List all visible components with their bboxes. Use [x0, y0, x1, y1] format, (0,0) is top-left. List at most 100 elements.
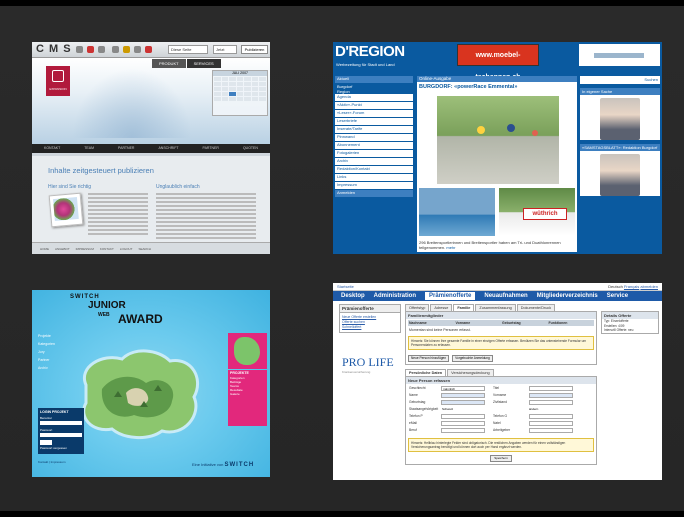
page-select[interactable]: Diese Seite [168, 45, 208, 54]
menu-item[interactable]: Neuaufnahmen [484, 293, 527, 299]
forgot-password-link[interactable]: Passwort vergessen [38, 446, 84, 450]
footer-link[interactable]: SEARCH [138, 247, 151, 251]
footer-link[interactable]: LOGOUT [120, 247, 133, 251]
image-icon[interactable] [112, 46, 119, 53]
form-input[interactable] [441, 393, 485, 398]
dregion-logo[interactable]: D'REGION [335, 43, 405, 60]
bottom-links[interactable]: Kontakt | Impressum [38, 460, 65, 464]
wizard-tab[interactable]: Offertstyp [405, 304, 430, 311]
footer-link[interactable]: HOME [40, 247, 49, 251]
form-input[interactable] [529, 400, 573, 405]
footer-link[interactable]: IMPRESSUM [76, 247, 94, 251]
sidebar-item[interactable]: Archiv [335, 158, 413, 165]
menu-item[interactable]: Administration [374, 293, 416, 299]
login-button[interactable] [40, 440, 52, 445]
ad-banner-right[interactable] [579, 44, 660, 66]
wizard-tab[interactable]: Familie [453, 304, 475, 311]
form-input[interactable] [441, 421, 485, 426]
footer-link[interactable]: ANGEBOT [55, 247, 70, 251]
sidebar-item[interactable]: Pinnwand [335, 134, 413, 141]
swim-photo[interactable] [419, 188, 495, 236]
quick-offer-link[interactable]: Schnelloffert [342, 325, 398, 330]
sidebar-item[interactable]: Leserbriefe [335, 118, 413, 125]
main-nav-item[interactable]: KONTAKT [44, 144, 60, 153]
main-nav-item[interactable]: PARTNER [118, 144, 134, 153]
wizard-tab[interactable]: Dokumente/Druck [516, 304, 556, 311]
ad-banner[interactable]: www.moebel-tschannen.ch [457, 44, 539, 81]
home-link[interactable]: Startseite [337, 284, 354, 289]
prolife-left: Prämienofferte Neue Offerte erstellen Of… [339, 304, 401, 374]
sidebar-item[interactable]: Agenda [335, 94, 413, 101]
sidebar-item[interactable]: Abonnement [335, 142, 413, 149]
wizard-tab[interactable]: Zusammenfassung [475, 304, 516, 311]
main-nav-item[interactable]: PARTNER [203, 144, 219, 153]
bold-icon[interactable] [87, 46, 94, 53]
form-input[interactable] [529, 386, 573, 391]
footer-link[interactable]: KONTAKT [100, 247, 114, 251]
menu-item[interactable]: Partner [38, 358, 55, 362]
form-input[interactable]: männlich [441, 386, 485, 391]
dregion-main: Online-Ausgabe BURGDORF: «powerRace Emme… [417, 76, 577, 252]
sidebar-item[interactable]: Redaktion/Kontakt [335, 166, 413, 173]
delete-icon[interactable] [145, 46, 152, 53]
form-input[interactable] [441, 428, 485, 433]
sidebar-item[interactable]: Links [335, 174, 413, 181]
main-nav-item[interactable]: ANSCHRIFT [158, 144, 178, 153]
edit-icon[interactable] [123, 46, 130, 53]
form-input[interactable] [529, 393, 573, 398]
password-input[interactable] [40, 433, 82, 437]
undo-icon[interactable] [76, 46, 83, 53]
cut-icon[interactable] [134, 46, 141, 53]
sidebar-item[interactable]: Inserate/Tarife [335, 126, 413, 133]
menu-item[interactable]: Archiv [38, 366, 55, 370]
change-button[interactable]: ändern [529, 407, 573, 412]
form-input[interactable] [529, 428, 573, 433]
finish-photo[interactable]: wüthrich [499, 188, 575, 236]
lang-fr-link[interactable]: Français [624, 284, 639, 289]
calendar-grid[interactable] [213, 76, 267, 102]
form-input[interactable] [529, 421, 573, 426]
more-link[interactable]: mehr [446, 245, 455, 250]
article-headline[interactable]: BURGDORF: «powerRace Emmental» [417, 82, 577, 92]
sidebar-item[interactable]: «Aktiv»-Punkt [335, 102, 413, 109]
nav-services[interactable]: SERVICES [186, 59, 221, 68]
username-input[interactable] [40, 421, 82, 425]
form-input[interactable] [441, 400, 485, 405]
main-nav-item[interactable]: TEAM [84, 144, 94, 153]
form-input[interactable] [441, 414, 485, 419]
field-label: eMail [409, 421, 417, 425]
logout-link[interactable]: abmelden [640, 284, 658, 289]
search-link[interactable]: Suchen [580, 76, 660, 84]
nav-produkt[interactable]: PRODUKT [152, 59, 186, 68]
time-select[interactable]: Jetzt [213, 45, 237, 54]
minimap[interactable] [228, 333, 267, 369]
sidebar-item[interactable]: «Leser»-Forum [335, 110, 413, 117]
sidebar-item[interactable]: Impressum [335, 182, 413, 189]
race-photo[interactable] [437, 96, 559, 184]
register-button[interactable]: Vorgebuchte Anmeldung [452, 355, 493, 362]
tab-coverage[interactable]: Versicherungsdeckung [447, 369, 494, 376]
form-input[interactable]: Schweiz [441, 407, 485, 412]
save-button[interactable]: Speichern [490, 455, 512, 462]
menu-item[interactable]: Mitgliederverzeichnis [537, 293, 598, 299]
cms-logo: C M S [36, 43, 72, 55]
wizard-tab[interactable]: Adresse [430, 304, 453, 311]
tab-personal-data[interactable]: Persönliche Daten [405, 369, 447, 376]
menu-item[interactable]: Desktop [341, 293, 365, 299]
publish-button[interactable]: Publizieren [241, 45, 268, 54]
panel-item[interactable]: Galerie [228, 392, 267, 396]
add-person-button[interactable]: Neue Person hinzufügen [408, 355, 450, 362]
sidebar-item[interactable]: Fotogalerien [335, 150, 413, 157]
sidebar-item[interactable]: Anmelden [335, 190, 413, 197]
menu-item[interactable]: Prämienofferte [425, 292, 476, 300]
sidebar-item[interactable]: Aktuell [335, 76, 413, 83]
island-map[interactable] [74, 345, 206, 443]
menu-item[interactable]: Projekte [38, 334, 55, 338]
main-nav-item[interactable]: QUOTEN [243, 144, 258, 153]
form-input[interactable] [529, 414, 573, 419]
menu-item[interactable]: Jury [38, 350, 55, 354]
dregion-right-column: Suchen In eigener Sache «SAMSTAGSBLATT»:… [580, 76, 660, 200]
menu-item[interactable]: Kategorien [38, 342, 55, 346]
menu-item[interactable]: Service [607, 293, 628, 299]
link-icon[interactable] [98, 46, 105, 53]
